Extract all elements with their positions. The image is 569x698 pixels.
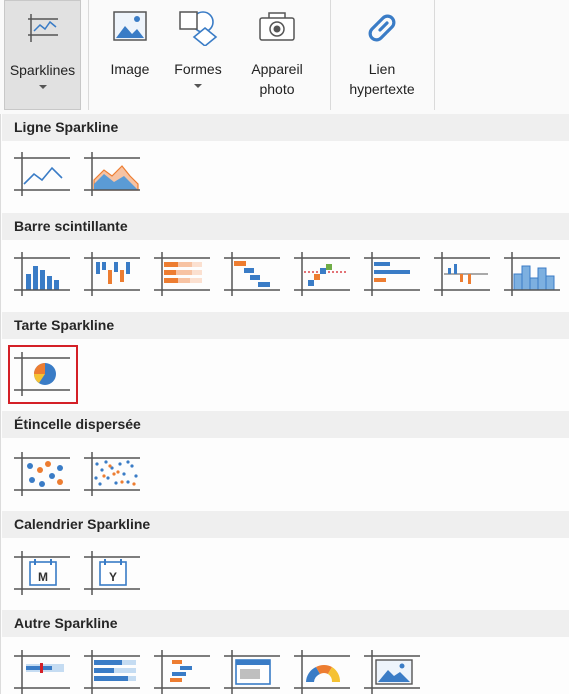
camera-icon: [257, 10, 297, 45]
formes-button[interactable]: Formes: [164, 0, 232, 110]
chevron-down-icon: [194, 84, 202, 88]
column-sparkline-tile[interactable]: [12, 248, 72, 300]
image-sparkline-tile[interactable]: [222, 646, 282, 698]
bullet-sparkline-tile[interactable]: [12, 646, 72, 698]
cascade-sparkline-icon: [224, 252, 280, 296]
calendar-month-icon: M: [14, 551, 70, 595]
insert-ribbon: Sparklines Image Formes Appareil photo L…: [0, 0, 569, 115]
picture-sparkline-icon: [364, 650, 420, 694]
chevron-down-icon: [38, 85, 47, 89]
appareil-label-line1: Appareil: [251, 61, 303, 77]
sparklines-label: Sparklines: [9, 62, 76, 78]
appareil-photo-button[interactable]: Appareil photo: [240, 0, 314, 110]
line-sparkline-icon: [14, 152, 70, 196]
area-sparkline-icon: [84, 152, 140, 196]
bullet-sparkline-icon: [14, 650, 70, 694]
appareil-photo-label: Appareil photo: [240, 59, 314, 99]
gauge-sparkline-icon: [294, 650, 350, 694]
dense-scatter-sparkline-icon: [84, 452, 140, 496]
sparkline-gallery: Ligne Sparkline Barre scintillante Tarte…: [0, 114, 569, 694]
winloss-sparkline-icon: [84, 252, 140, 296]
hbar-mixed-sparkline-icon: [154, 650, 210, 694]
winloss-sparkline-tile[interactable]: [82, 248, 142, 300]
cascade-sparkline-tile[interactable]: [222, 248, 282, 300]
progress-sparkline-icon: [84, 650, 140, 694]
calendar-m-letter: M: [38, 570, 48, 584]
sparkline-chart-icon: [25, 11, 61, 48]
lien-label-line2: hypertexte: [349, 81, 415, 97]
column-sparkline-icon: [14, 252, 70, 296]
bullet-bar-sparkline-tile[interactable]: [362, 248, 422, 300]
month-calendar-sparkline-tile[interactable]: M: [12, 547, 72, 599]
spread-sparkline-icon: [434, 252, 490, 296]
section-header-calendrier: Calendrier Sparkline: [2, 511, 569, 538]
picture-sparkline-tile[interactable]: [362, 646, 422, 698]
section-header-autre: Autre Sparkline: [2, 610, 569, 637]
line-sparkline-tile[interactable]: [12, 148, 72, 200]
calendar-year-icon: Y: [84, 551, 140, 595]
vari-sparkline-tile[interactable]: [292, 248, 352, 300]
lien-label-line1: Lien: [368, 61, 396, 77]
section-header-barre: Barre scintillante: [2, 213, 569, 240]
section-header-etincelle: Étincelle dispersée: [2, 411, 569, 438]
vari-sparkline-icon: [294, 252, 350, 296]
hbar-sparkline-icon: [364, 252, 420, 296]
selection-highlight: [8, 345, 78, 404]
histogram-sparkline-icon: [504, 252, 560, 296]
hbar-mixed-sparkline-tile[interactable]: [152, 646, 212, 698]
stacked-bar-sparkline-icon: [154, 252, 210, 296]
lien-hypertexte-button[interactable]: Lien hypertexte: [338, 0, 426, 110]
image-button[interactable]: Image: [96, 0, 164, 110]
histogram-sparkline-tile[interactable]: [502, 248, 562, 300]
section-header-tarte: Tarte Sparkline: [2, 312, 569, 339]
ribbon-separator: [330, 0, 331, 110]
lien-hypertexte-label: Lien hypertexte: [338, 59, 426, 99]
ribbon-separator: [88, 0, 89, 110]
link-icon: [364, 10, 400, 49]
appareil-label-line2: photo: [259, 81, 295, 97]
scatter-sparkline-tile[interactable]: [12, 448, 72, 500]
dense-scatter-sparkline-tile[interactable]: [82, 448, 142, 500]
area-sparkline-tile[interactable]: [82, 148, 142, 200]
sparklines-button[interactable]: Sparklines: [4, 0, 81, 110]
spread-sparkline-tile[interactable]: [432, 248, 492, 300]
year-calendar-sparkline-tile[interactable]: Y: [82, 547, 142, 599]
progress-sparkline-tile[interactable]: [82, 646, 142, 698]
formes-label: Formes: [174, 61, 222, 77]
section-header-ligne: Ligne Sparkline: [2, 114, 569, 141]
ribbon-separator: [434, 0, 435, 110]
scatter-sparkline-icon: [14, 452, 70, 496]
image-icon: [112, 10, 148, 45]
stacked-bar-sparkline-tile[interactable]: [152, 248, 212, 300]
shapes-icon: [178, 10, 218, 49]
window-sparkline-icon: [224, 650, 280, 694]
image-label: Image: [110, 61, 150, 77]
gauge-sparkline-tile[interactable]: [292, 646, 352, 698]
calendar-y-letter: Y: [109, 570, 117, 584]
